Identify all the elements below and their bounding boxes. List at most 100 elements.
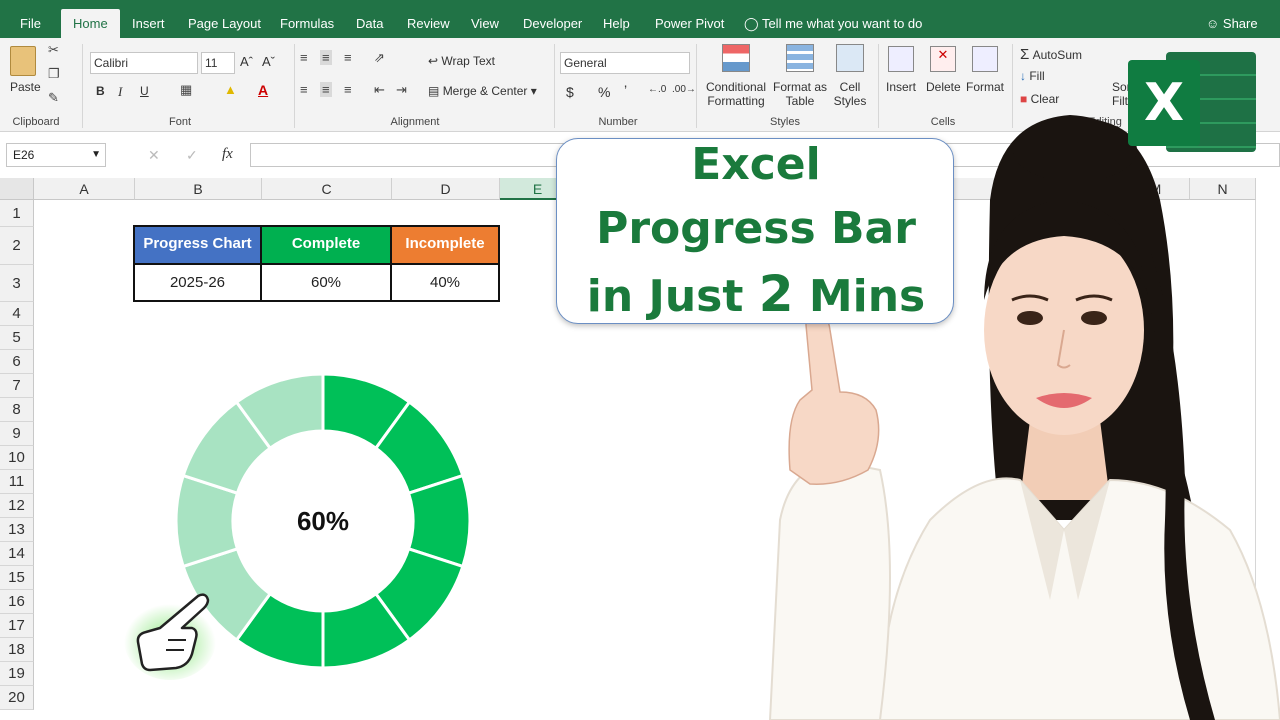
row-header-12[interactable]: 12 xyxy=(0,494,34,518)
decrease-indent-icon[interactable]: ⇤ xyxy=(374,82,385,98)
insert-cells-button[interactable]: Insert xyxy=(886,80,916,94)
column-header-c[interactable]: C xyxy=(262,178,392,200)
autosum-button[interactable]: Σ AutoSum xyxy=(1020,46,1082,63)
row-header-5[interactable]: 5 xyxy=(0,326,34,350)
paste-icon[interactable] xyxy=(10,46,36,76)
conditional-formatting-button[interactable]: Conditional Formatting xyxy=(704,80,768,108)
tab-insert[interactable]: Insert xyxy=(132,9,165,38)
decrease-decimal-icon[interactable]: .00→ xyxy=(672,84,696,95)
row-header-11[interactable]: 11 xyxy=(0,470,34,494)
column-header-m[interactable]: M xyxy=(1122,178,1190,200)
align-left-icon[interactable]: ≡ xyxy=(300,82,308,97)
tab-power-pivot[interactable]: Power Pivot xyxy=(655,9,724,38)
align-right-icon[interactable]: ≡ xyxy=(344,82,352,97)
number-format-select[interactable]: General xyxy=(560,52,690,74)
tab-page-layout[interactable]: Page Layout xyxy=(188,9,261,38)
currency-button[interactable]: $ xyxy=(566,84,574,100)
column-header-n[interactable]: N xyxy=(1190,178,1256,200)
row-header-15[interactable]: 15 xyxy=(0,566,34,590)
row-header-13[interactable]: 13 xyxy=(0,518,34,542)
table-cell-complete[interactable]: 60% xyxy=(260,263,392,302)
font-size-select[interactable]: 11 xyxy=(201,52,235,74)
align-middle-icon[interactable]: ≡ xyxy=(320,50,332,65)
paste-button[interactable]: Paste xyxy=(10,80,41,94)
tell-me-search[interactable]: ◯ Tell me what you want to do xyxy=(744,9,922,38)
confirm-edit-button[interactable]: ✓ xyxy=(186,147,198,164)
row-header-9[interactable]: 9 xyxy=(0,422,34,446)
cancel-edit-button[interactable]: ✕ xyxy=(148,147,160,164)
format-painter-icon[interactable]: ✎ xyxy=(48,90,59,106)
tab-review[interactable]: Review xyxy=(407,9,450,38)
row-header-20[interactable]: 20 xyxy=(0,686,34,710)
row-header-2[interactable]: 2 xyxy=(0,227,34,265)
merge-center-button[interactable]: ▤ Merge & Center ▾ xyxy=(428,84,537,98)
fill-color-icon[interactable]: ▲ xyxy=(224,82,237,97)
cells-group-label: Cells xyxy=(930,116,956,128)
tab-file[interactable]: File xyxy=(20,9,41,38)
name-box[interactable]: E26 ▼ xyxy=(6,143,106,167)
table-header-progress-chart[interactable]: Progress Chart xyxy=(133,225,262,265)
increase-indent-icon[interactable]: ⇥ xyxy=(396,82,407,98)
format-cells-icon[interactable] xyxy=(972,46,998,72)
row-header-6[interactable]: 6 xyxy=(0,350,34,374)
delete-cells-icon[interactable]: ✕ xyxy=(930,46,956,72)
fill-button[interactable]: ↓ Fill xyxy=(1020,69,1045,83)
row-header-3[interactable]: 3 xyxy=(0,265,34,302)
delete-cells-button[interactable]: Delete xyxy=(926,80,961,94)
table-header-complete[interactable]: Complete xyxy=(260,225,392,265)
tab-data[interactable]: Data xyxy=(356,9,383,38)
column-header-a[interactable]: A xyxy=(34,178,135,200)
conditional-formatting-icon[interactable] xyxy=(722,44,750,72)
row-header-18[interactable]: 18 xyxy=(0,638,34,662)
font-color-icon[interactable]: A xyxy=(258,82,268,98)
share-button[interactable]: ☺ Share xyxy=(1206,9,1258,38)
tab-formulas[interactable]: Formulas xyxy=(280,9,334,38)
select-all-corner[interactable] xyxy=(0,178,34,200)
cell-styles-label-2: Styles xyxy=(833,94,867,108)
shrink-font-icon[interactable]: Aˇ xyxy=(262,54,275,69)
bold-button[interactable]: B xyxy=(96,84,105,98)
tab-developer[interactable]: Developer xyxy=(523,9,582,38)
column-header-d[interactable]: D xyxy=(392,178,500,200)
orientation-icon[interactable]: ⇗ xyxy=(374,50,385,66)
tab-home[interactable]: Home xyxy=(61,9,120,38)
row-header-8[interactable]: 8 xyxy=(0,398,34,422)
borders-icon[interactable]: ▦ xyxy=(180,82,192,98)
row-header-7[interactable]: 7 xyxy=(0,374,34,398)
increase-decimal-icon[interactable]: ←.0 xyxy=(648,84,666,95)
tab-view[interactable]: View xyxy=(471,9,499,38)
italic-button[interactable]: I xyxy=(118,84,122,100)
wrap-text-button[interactable]: ↩ Wrap Text xyxy=(428,54,495,68)
table-cell-year[interactable]: 2025-26 xyxy=(133,263,262,302)
format-as-table-button[interactable]: Format as Table xyxy=(772,80,828,108)
row-header-10[interactable]: 10 xyxy=(0,446,34,470)
row-header-14[interactable]: 14 xyxy=(0,542,34,566)
copy-icon[interactable]: ❐ xyxy=(48,66,60,82)
row-header-19[interactable]: 19 xyxy=(0,662,34,686)
row-header-17[interactable]: 17 xyxy=(0,614,34,638)
tab-help[interactable]: Help xyxy=(603,9,630,38)
row-header-1[interactable]: 1 xyxy=(0,200,34,227)
cut-icon[interactable]: ✂ xyxy=(48,42,59,58)
format-cells-button[interactable]: Format xyxy=(966,80,1004,94)
cell-styles-button[interactable]: Cell Styles xyxy=(826,80,874,108)
cell-styles-icon[interactable] xyxy=(836,44,864,72)
column-header-b[interactable]: B xyxy=(135,178,262,200)
format-as-table-icon[interactable] xyxy=(786,44,814,72)
grow-font-icon[interactable]: Aˆ xyxy=(240,54,253,69)
insert-function-button[interactable]: fx xyxy=(222,146,233,163)
align-center-icon[interactable]: ≡ xyxy=(320,82,332,97)
fill-down-icon: ↓ xyxy=(1020,69,1026,83)
insert-cells-icon[interactable] xyxy=(888,46,914,72)
table-header-incomplete[interactable]: Incomplete xyxy=(390,225,500,265)
row-header-4[interactable]: 4 xyxy=(0,302,34,326)
percent-button[interactable]: % xyxy=(598,84,610,100)
table-cell-incomplete[interactable]: 40% xyxy=(390,263,500,302)
align-bottom-icon[interactable]: ≡ xyxy=(344,50,352,65)
underline-button[interactable]: U xyxy=(140,84,149,98)
clear-button[interactable]: ■ Clear xyxy=(1020,92,1059,106)
comma-button[interactable]: ’ xyxy=(624,82,627,98)
align-top-icon[interactable]: ≡ xyxy=(300,50,308,65)
font-name-select[interactable]: Calibri xyxy=(90,52,198,74)
row-header-16[interactable]: 16 xyxy=(0,590,34,614)
